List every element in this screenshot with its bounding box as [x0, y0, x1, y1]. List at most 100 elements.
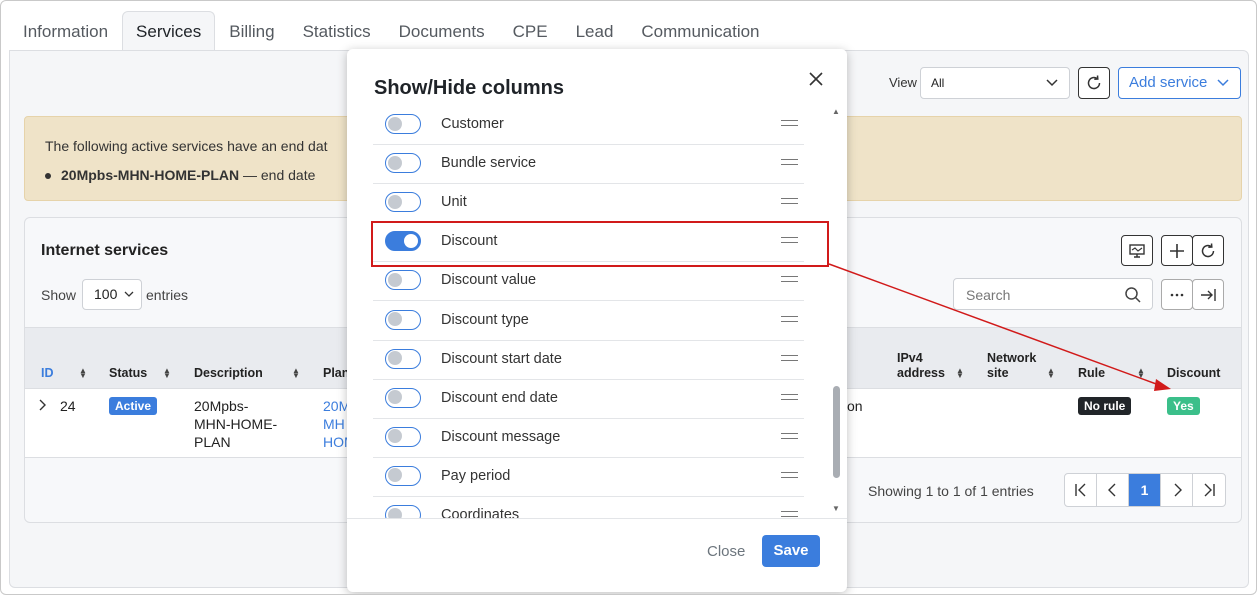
- tab-services[interactable]: Services: [122, 11, 216, 51]
- sort-icon[interactable]: ▲ ▼: [1047, 367, 1055, 380]
- column-header-rule[interactable]: Rule: [1078, 366, 1105, 381]
- column-row: Discount start date: [373, 341, 804, 380]
- column-toggle[interactable]: [385, 309, 421, 330]
- column-label: Coordinates: [441, 507, 520, 518]
- column-row: Pay period: [373, 458, 804, 497]
- toggle-knob: [388, 507, 402, 518]
- scroll-up-icon[interactable]: ▲: [832, 107, 840, 116]
- chevron-right-icon[interactable]: [36, 399, 48, 411]
- tab-lead[interactable]: Lead: [562, 11, 628, 51]
- drag-handle-icon[interactable]: [781, 315, 798, 322]
- page-button-current[interactable]: 1: [1129, 474, 1161, 506]
- reload-table-button[interactable]: [1192, 235, 1224, 266]
- card-title: Internet services: [41, 242, 169, 259]
- column-row: Discount end date: [373, 380, 804, 419]
- drag-handle-icon[interactable]: [781, 471, 798, 478]
- column-label: Customer: [441, 116, 504, 132]
- row-plan-link[interactable]: MH: [323, 415, 345, 433]
- column-header-discount[interactable]: Discount: [1167, 366, 1220, 381]
- tab-communication[interactable]: Communication: [627, 11, 773, 51]
- sort-icon[interactable]: ▲ ▼: [79, 367, 87, 380]
- plus-icon: [1170, 243, 1184, 258]
- chevron-down-icon: [124, 291, 134, 297]
- showing-entries-text: Showing 1 to 1 of 1 entries: [868, 483, 1034, 499]
- more-options-button[interactable]: [1161, 279, 1193, 310]
- column-label: Unit: [441, 194, 467, 211]
- show-label: Show: [41, 287, 77, 303]
- toggle-knob: [388, 155, 402, 170]
- export-button[interactable]: [1192, 279, 1224, 310]
- column-label: Discount start date: [441, 350, 562, 367]
- row-id: 24: [60, 398, 76, 414]
- column-toggle[interactable]: [385, 192, 421, 213]
- search-placeholder: Search: [966, 287, 1011, 303]
- last-page-button[interactable]: [1193, 474, 1225, 506]
- column-header-description[interactable]: Description: [194, 366, 263, 381]
- add-row-button[interactable]: [1161, 235, 1193, 266]
- column-label: Bundle service: [441, 155, 537, 172]
- column-header-status[interactable]: Status: [109, 366, 147, 381]
- alert-item-name: 20Mpbs-MHN-HOME-PLAN: [61, 167, 240, 183]
- column-row: Bundle service: [373, 145, 804, 185]
- column-toggle[interactable]: [385, 505, 421, 518]
- tab-documents[interactable]: Documents: [385, 11, 499, 51]
- drag-handle-icon[interactable]: [781, 120, 798, 126]
- column-toggle[interactable]: [385, 465, 421, 486]
- toggle-knob: [388, 390, 402, 405]
- sort-icon[interactable]: ▲ ▼: [163, 367, 171, 380]
- save-button[interactable]: Save: [762, 535, 820, 567]
- row-description-line1: 20Mpbs-: [194, 398, 249, 414]
- columns-button[interactable]: [1121, 235, 1153, 266]
- close-icon[interactable]: [806, 69, 826, 89]
- drag-handle-icon[interactable]: [781, 276, 798, 283]
- arrow-to-right-icon: [1201, 288, 1216, 301]
- column-toggle[interactable]: [385, 387, 421, 408]
- column-toggle[interactable]: [385, 426, 421, 447]
- add-service-button[interactable]: Add service: [1118, 67, 1241, 99]
- drag-handle-icon[interactable]: [781, 198, 798, 205]
- scroll-down-icon[interactable]: ▼: [832, 504, 840, 513]
- status-badge: Active: [109, 397, 158, 415]
- app-frame: Information Services Billing Statistics …: [0, 0, 1257, 595]
- row-description-line2: MHN-HOME-: [194, 416, 278, 432]
- column-header-network-site[interactable]: Network site: [987, 351, 1047, 381]
- column-toggle[interactable]: [385, 114, 421, 134]
- column-toggle[interactable]: [385, 153, 421, 174]
- first-page-icon: [1074, 483, 1085, 497]
- tab-statistics[interactable]: Statistics: [289, 11, 385, 51]
- column-header-plan[interactable]: Plan: [323, 366, 349, 381]
- sort-icon[interactable]: ▲ ▼: [1137, 367, 1145, 380]
- column-row: Discount value: [373, 262, 804, 302]
- column-header-ipv4[interactable]: IPv4 address: [897, 351, 957, 381]
- drag-handle-icon[interactable]: [781, 511, 798, 517]
- tab-bar: Information Services Billing Statistics …: [9, 11, 774, 51]
- annotation-highlight-box: [371, 221, 829, 267]
- refresh-icon: [1201, 242, 1215, 257]
- sort-icon[interactable]: ▲ ▼: [956, 367, 964, 380]
- scrollbar-thumb[interactable]: [833, 386, 840, 478]
- next-page-button[interactable]: [1161, 474, 1193, 506]
- column-toggle[interactable]: [385, 270, 421, 291]
- drag-handle-icon[interactable]: [781, 354, 798, 361]
- modal-title: Show/Hide columns: [374, 77, 565, 99]
- alert-item-rest: — end date: [239, 167, 316, 183]
- drag-handle-icon[interactable]: [781, 432, 798, 439]
- column-toggle[interactable]: [385, 348, 421, 369]
- tab-billing[interactable]: Billing: [215, 11, 288, 51]
- drag-handle-icon[interactable]: [781, 393, 798, 400]
- column-header-id[interactable]: ID: [41, 366, 54, 381]
- show-hide-columns-modal: Show/Hide columns Customer Bundle service…: [347, 49, 847, 592]
- first-page-button[interactable]: [1065, 474, 1097, 506]
- sort-icon[interactable]: ▲ ▼: [292, 367, 300, 380]
- entries-select[interactable]: 100: [82, 279, 142, 310]
- drag-handle-icon[interactable]: [781, 159, 798, 166]
- search-input[interactable]: Search: [953, 278, 1153, 310]
- close-button[interactable]: Close: [707, 543, 745, 560]
- search-icon: [1125, 287, 1141, 303]
- refresh-button[interactable]: [1078, 67, 1110, 99]
- previous-page-button[interactable]: [1097, 474, 1129, 506]
- tab-information[interactable]: Information: [9, 11, 122, 51]
- view-select[interactable]: All: [920, 67, 1070, 99]
- column-label: Pay period: [441, 467, 511, 484]
- tab-cpe[interactable]: CPE: [499, 11, 562, 51]
